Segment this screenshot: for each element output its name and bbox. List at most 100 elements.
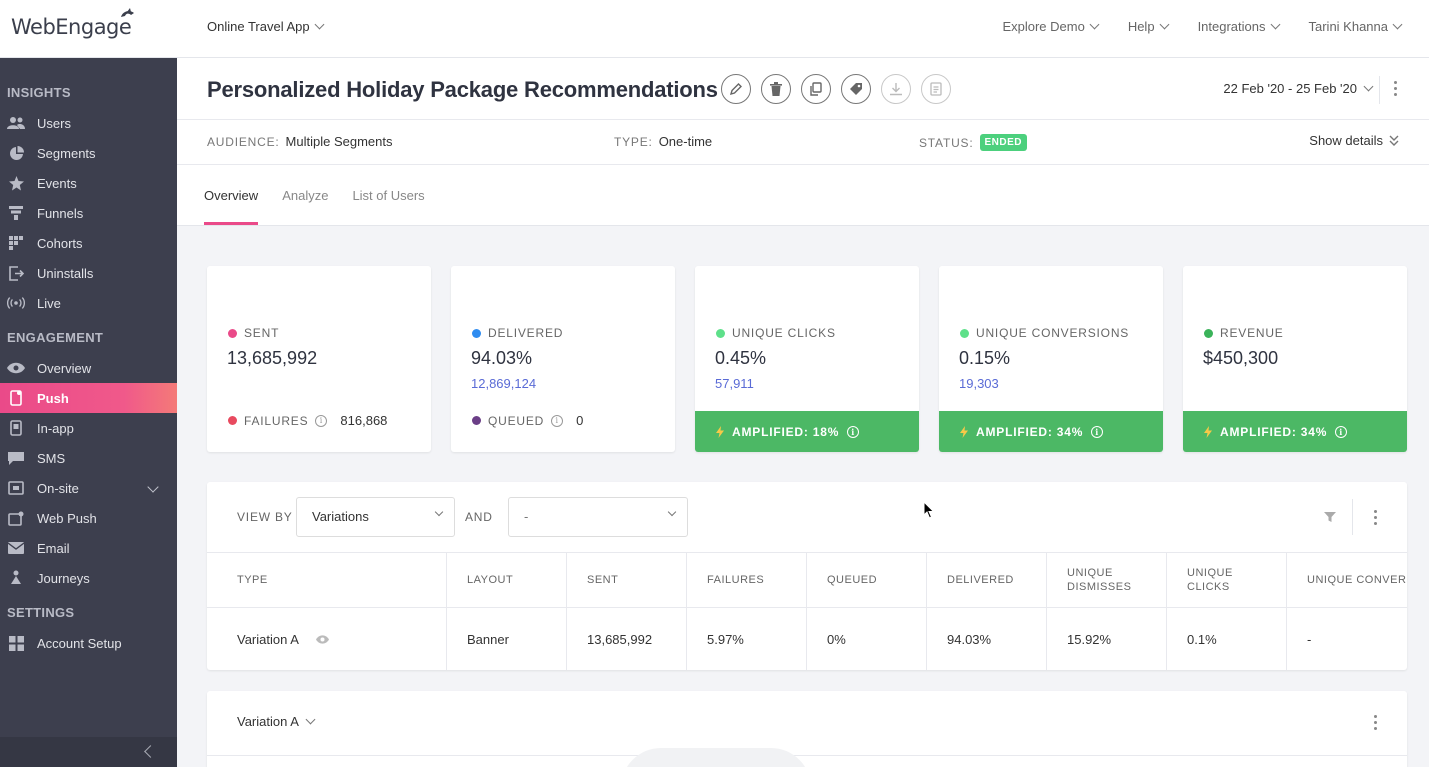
tab-bar: Overview Analyze List of Users [204, 165, 425, 225]
sidebar-item-journeys[interactable]: Journeys [0, 563, 177, 593]
legend-dot [228, 416, 237, 425]
sidebar-item-label: Events [37, 175, 77, 191]
campaign-header: Personalized Holiday Package Recommendat… [177, 58, 1429, 226]
sidebar-item-sms[interactable]: SMS [0, 443, 177, 473]
more-options-icon[interactable] [1393, 81, 1397, 96]
pie-icon [7, 144, 25, 162]
info-icon[interactable]: i [847, 425, 860, 438]
tab-overview[interactable]: Overview [204, 165, 259, 225]
device-preview [621, 748, 811, 767]
nav-label: Explore Demo [1002, 19, 1085, 34]
legend-dot [1204, 328, 1213, 338]
table-cell: 13,685,992 [567, 608, 687, 670]
sidebar-item-push[interactable]: Push [0, 383, 177, 413]
tab-list-of-users[interactable]: List of Users [352, 165, 424, 225]
date-range-label: 22 Feb '20 - 25 Feb '20 [1223, 81, 1357, 96]
select-value: - [524, 509, 529, 524]
column-header[interactable]: FAILURES [687, 553, 807, 607]
column-header[interactable]: LAYOUT [447, 553, 567, 607]
stat-subvalue: 19,303 [959, 376, 999, 391]
delete-button[interactable] [761, 74, 791, 104]
stat-card-sent: SENT 13,685,992 FAILURES i 816,868 [207, 266, 431, 452]
chevron-down-icon[interactable] [147, 481, 159, 493]
column-header[interactable]: UNIQUE DISMISSES [1047, 553, 1167, 607]
sidebar-item-overview[interactable]: Overview [0, 353, 177, 383]
sidebar-item-users[interactable]: Users [0, 108, 177, 138]
audience-key: AUDIENCE: [207, 134, 280, 149]
tag-icon [850, 83, 862, 95]
duplicate-button[interactable] [801, 74, 831, 104]
sidebar-item-segments[interactable]: Segments [0, 138, 177, 168]
show-details-toggle[interactable]: Show details [1309, 133, 1399, 148]
sidebar-item-on-site[interactable]: On-site [0, 473, 177, 503]
chat-icon [7, 449, 25, 467]
stat-label-text: DELIVERED [488, 326, 564, 340]
sidebar-item-in-app[interactable]: In-app [0, 413, 177, 443]
trash-icon [770, 82, 782, 96]
info-icon[interactable]: i [1091, 425, 1104, 438]
sidebar-item-web-push[interactable]: Web Push [0, 503, 177, 533]
legend-dot [472, 328, 481, 338]
sidebar-item-label: Journeys [37, 570, 90, 586]
edit-button[interactable] [721, 74, 751, 104]
eye-icon [7, 359, 25, 377]
column-header[interactable]: UNIQUE CONVERS [1287, 553, 1407, 607]
stat-card-delivered: DELIVERED 94.03% 12,869,124 QUEUED i 0 [451, 266, 675, 452]
nav-label: Help [1127, 19, 1155, 34]
more-options-icon[interactable] [1373, 510, 1377, 525]
audience-meta: AUDIENCE: Multiple Segments [207, 134, 393, 149]
stat-card-revenue: REVENUE $450,300 AMPLIFIED: 34% i [1183, 266, 1407, 452]
column-header[interactable]: SENT [567, 553, 687, 607]
chevron-left-icon[interactable] [144, 745, 157, 758]
secondary-group-select[interactable]: - [508, 497, 688, 537]
info-icon[interactable]: i [551, 414, 564, 427]
sidebar-item-account-setup[interactable]: Account Setup [0, 628, 177, 658]
nav-integrations[interactable]: Integrations [1197, 19, 1280, 34]
stat-label: DELIVERED [472, 326, 563, 340]
sidebar-item-email[interactable]: Email [0, 533, 177, 563]
info-icon[interactable]: i [315, 414, 328, 427]
info-icon[interactable]: i [1335, 425, 1348, 438]
nav-label: Tarini Khanna [1308, 19, 1389, 34]
variation-selector-value: Variation A [237, 714, 299, 729]
webengage-logo[interactable]: WebEngage [11, 8, 135, 44]
nav-label: Integrations [1197, 19, 1266, 34]
more-options-icon[interactable] [1373, 715, 1377, 730]
column-header[interactable]: DELIVERED [927, 553, 1047, 607]
stat-subvalue: 12,869,124 [471, 376, 537, 391]
nav-user-menu[interactable]: Tarini Khanna [1308, 19, 1403, 34]
logo-wordmark: WebEngage [11, 15, 132, 39]
sidebar-item-uninstalls[interactable]: Uninstalls [0, 258, 177, 288]
divider [1379, 76, 1380, 104]
filter-icon[interactable] [1324, 510, 1336, 528]
column-header[interactable]: QUEUED [807, 553, 927, 607]
eye-icon[interactable] [315, 634, 329, 644]
nav-explore-demo[interactable]: Explore Demo [1002, 19, 1100, 34]
view-by-select[interactable]: Variations [296, 497, 455, 537]
tag-button[interactable] [841, 74, 871, 104]
tab-analyze[interactable]: Analyze [282, 165, 328, 225]
date-range-picker[interactable]: 22 Feb '20 - 25 Feb '20 [1223, 81, 1374, 96]
sidebar-item-funnels[interactable]: Funnels [0, 198, 177, 228]
download-button[interactable] [881, 74, 911, 104]
nav-help[interactable]: Help [1127, 19, 1170, 34]
table-cell: 15.92% [1047, 608, 1167, 670]
divider [1352, 499, 1353, 535]
sidebar-item-events[interactable]: Events [0, 168, 177, 198]
report-button[interactable] [921, 74, 951, 104]
stat-label-text: UNIQUE CLICKS [732, 326, 836, 340]
variation-selector[interactable]: Variation A [237, 714, 316, 729]
window-icon [7, 479, 25, 497]
sidebar-item-label: Live [37, 295, 61, 311]
project-selector[interactable]: Online Travel App [207, 19, 325, 34]
legend-dot [228, 328, 237, 338]
exit-icon [7, 264, 25, 282]
sidebar-item-label: Web Push [37, 510, 97, 526]
sidebar-item-cohorts[interactable]: Cohorts [0, 228, 177, 258]
browser-icon [7, 509, 25, 527]
chevron-down-icon [1270, 19, 1280, 30]
column-header[interactable]: TYPE [217, 553, 447, 607]
column-header[interactable]: UNIQUE CLICKS [1167, 553, 1287, 607]
sidebar-item-live[interactable]: Live [0, 288, 177, 318]
table-cell: - [1307, 631, 1312, 647]
